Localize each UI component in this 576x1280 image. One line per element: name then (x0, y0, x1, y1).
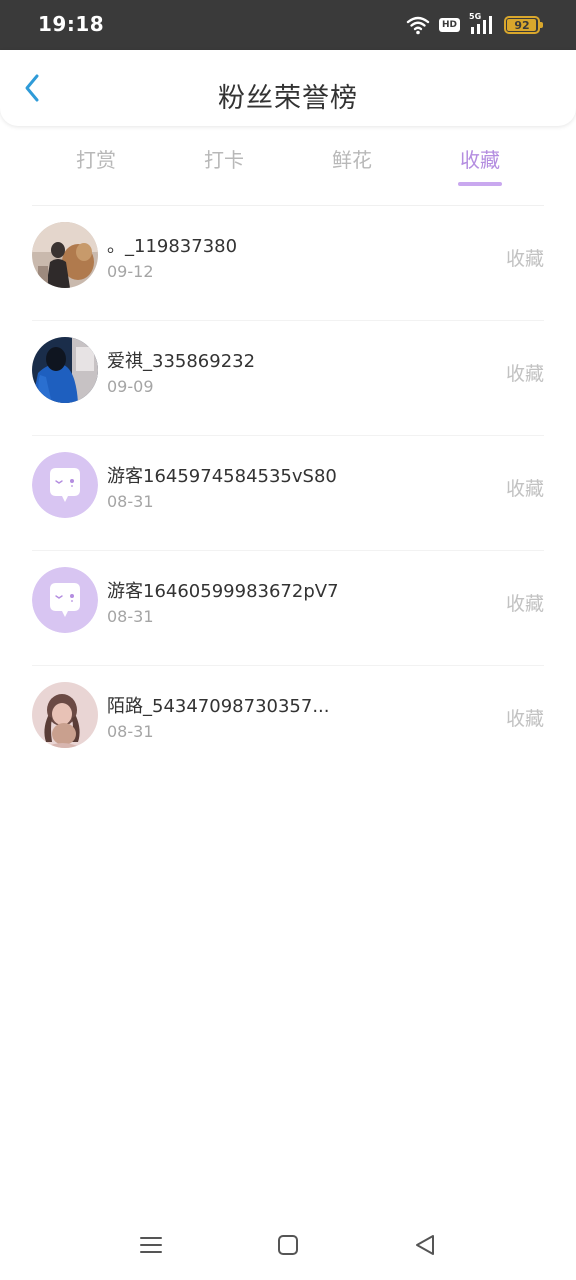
tab-label: 打赏 (76, 148, 116, 172)
status-icons: HD 5G 92 (406, 12, 543, 36)
list-item[interactable]: 陌路_54347098730357... 08-31 收藏 (0, 666, 576, 781)
date: 08-31 (107, 722, 154, 741)
date: 08-31 (107, 607, 154, 626)
hd-badge: HD (438, 18, 460, 32)
default-chat-avatar-icon (32, 452, 98, 518)
fan-list: 。_119837380 09-12 收藏 爱祺_335869232 09-09 … (0, 206, 576, 781)
avatar (32, 452, 98, 518)
favorite-action[interactable]: 收藏 (506, 474, 544, 501)
tab-checkin[interactable]: 打卡 (160, 138, 288, 192)
header: 粉丝荣誉榜 (0, 50, 576, 126)
user-name: 游客1645974584535vS80 (107, 466, 337, 487)
menu-button[interactable] (138, 1232, 164, 1258)
back-nav-button[interactable] (412, 1232, 438, 1258)
battery-icon: 92 (504, 16, 543, 34)
default-chat-avatar-icon (32, 567, 98, 633)
tab-flowers[interactable]: 鲜花 (288, 138, 416, 192)
menu-icon (140, 1237, 162, 1253)
status-bar: 19:18 HD 5G 92 (0, 0, 576, 50)
tab-reward[interactable]: 打赏 (32, 138, 160, 192)
favorite-action[interactable]: 收藏 (506, 244, 544, 271)
tab-favorites[interactable]: 收藏 (416, 138, 544, 192)
tab-label: 收藏 (460, 148, 500, 172)
list-item[interactable]: 爱祺_335869232 09-09 收藏 (0, 321, 576, 436)
avatar (32, 337, 98, 403)
back-icon (416, 1235, 434, 1255)
wifi-icon (406, 16, 430, 35)
status-time: 19:18 (38, 12, 105, 36)
user-name: 游客16460599983672pV7 (107, 581, 339, 602)
user-name: 爱祺_335869232 (107, 351, 256, 372)
list-item[interactable]: 。_119837380 09-12 收藏 (0, 206, 576, 321)
avatar (32, 567, 98, 633)
system-nav-bar (0, 1220, 576, 1270)
avatar (32, 682, 98, 748)
user-name: 。_119837380 (107, 236, 238, 257)
user-name: 陌路_54347098730357... (107, 696, 330, 717)
battery-level: 92 (514, 18, 530, 32)
date: 09-09 (107, 377, 154, 396)
list-item[interactable]: 游客1645974584535vS80 08-31 收藏 (0, 436, 576, 551)
home-icon (278, 1235, 298, 1255)
signal-icon: 5G (469, 12, 495, 35)
page-title: 粉丝荣誉榜 (218, 83, 358, 114)
date: 09-12 (107, 262, 154, 281)
avatar (32, 222, 98, 288)
favorite-action[interactable]: 收藏 (506, 589, 544, 616)
list-item[interactable]: 游客16460599983672pV7 08-31 收藏 (0, 551, 576, 666)
tab-label: 打卡 (204, 148, 244, 172)
tab-bar: 打赏 打卡 鲜花 收藏 (0, 138, 576, 192)
favorite-action[interactable]: 收藏 (506, 704, 544, 731)
tab-label: 鲜花 (332, 148, 372, 172)
home-button[interactable] (275, 1232, 301, 1258)
active-tab-indicator (458, 182, 502, 186)
favorite-action[interactable]: 收藏 (506, 359, 544, 386)
date: 08-31 (107, 492, 154, 511)
